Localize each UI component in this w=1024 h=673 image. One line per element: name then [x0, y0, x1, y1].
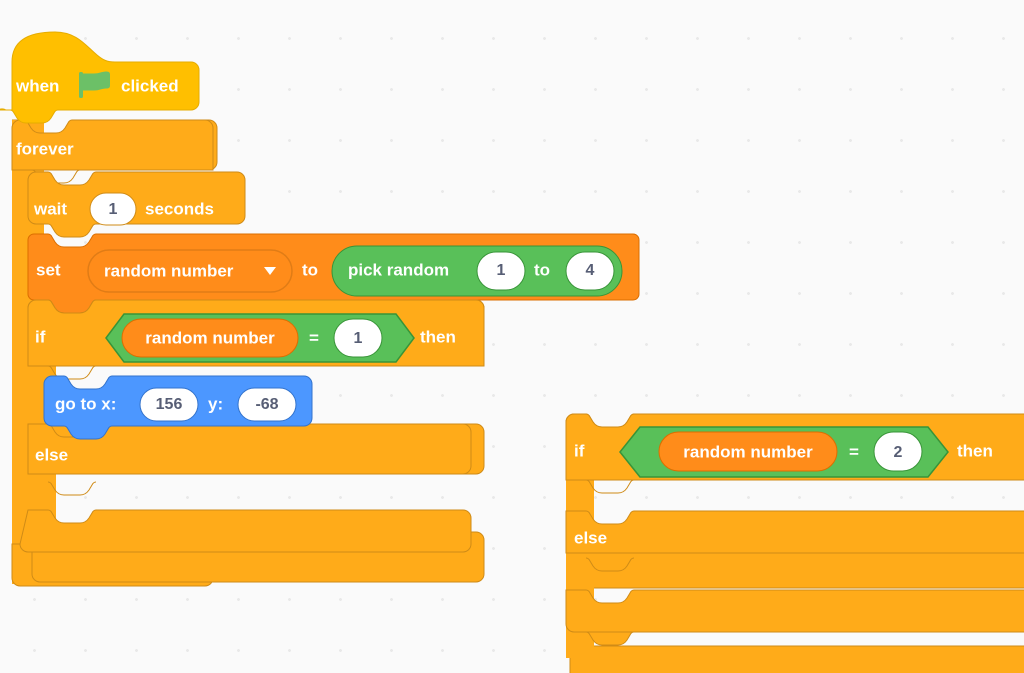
pick-random-to-label: to	[534, 260, 550, 279]
then-label: then	[420, 327, 456, 346]
equals-right-input-detached[interactable]: 2	[873, 431, 923, 472]
variable-dropdown[interactable]: random number	[87, 249, 293, 293]
set-label: set	[36, 260, 61, 279]
wait-label: wait	[33, 199, 67, 218]
variable-reporter-label: random number	[145, 328, 275, 347]
go-to-y-label: y:	[208, 394, 223, 413]
go-to-y-input[interactable]: -68	[237, 387, 297, 422]
if-else-block-detached[interactable]: if random number = 2 then else	[565, 413, 1024, 673]
variable-reporter-label-detached: random number	[683, 442, 813, 461]
pick-random-to-input[interactable]: 4	[565, 251, 615, 291]
set-to-label: to	[302, 260, 318, 279]
equals-operator-block-detached[interactable]: random number = 2	[619, 426, 949, 478]
block-workspace[interactable]: forever when clicked wait 1 seconds set	[0, 0, 1024, 673]
if-label: if	[35, 327, 46, 346]
else-label: else	[35, 445, 68, 464]
equals-sign-detached: =	[849, 442, 859, 461]
equals-right-value-detached: 2	[894, 444, 903, 461]
blocks-svg-layer: forever when clicked wait 1 seconds set	[0, 31, 1024, 673]
pick-random-from-input[interactable]: 1	[476, 251, 526, 291]
equals-sign: =	[309, 328, 319, 347]
then-label-detached: then	[957, 441, 993, 460]
pick-random-block[interactable]: pick random 1 to 4	[331, 245, 623, 297]
pick-random-to-value: 4	[586, 262, 595, 279]
if-else-block[interactable]: if random number = 1 then else	[19, 299, 485, 583]
when-label: when	[15, 76, 59, 95]
go-to-y-value: -68	[255, 396, 278, 413]
pick-random-label: pick random	[348, 260, 449, 279]
forever-label: forever	[16, 139, 74, 158]
seconds-label: seconds	[145, 199, 214, 218]
if-label-detached: if	[574, 441, 585, 460]
variable-reporter-random-number[interactable]: random number	[121, 318, 299, 358]
wait-duration-value: 1	[109, 201, 118, 218]
clicked-label: clicked	[121, 76, 179, 95]
wait-seconds-block[interactable]: wait 1 seconds	[27, 171, 246, 238]
pick-random-from-value: 1	[497, 262, 506, 279]
go-to-x-label: go to x:	[55, 394, 116, 413]
wait-duration-input[interactable]: 1	[89, 192, 137, 226]
else-label-detached: else	[574, 528, 607, 547]
go-to-x-input[interactable]: 156	[139, 387, 199, 422]
equals-right-input[interactable]: 1	[333, 318, 383, 358]
variable-dropdown-value: random number	[104, 261, 234, 280]
variable-reporter-random-number-detached[interactable]: random number	[658, 431, 838, 472]
equals-operator-block[interactable]: random number = 1	[105, 313, 415, 363]
go-to-x-value: 156	[156, 396, 183, 413]
equals-right-value: 1	[354, 330, 363, 347]
when-green-flag-clicked-block[interactable]: when clicked	[0, 31, 200, 124]
